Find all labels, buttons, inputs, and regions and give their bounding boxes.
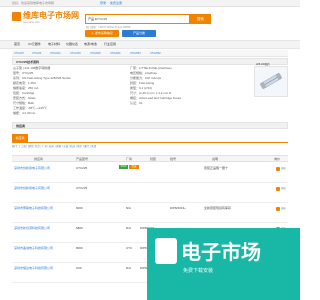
- nav-materials[interactable]: 电子材料: [48, 43, 60, 46]
- related-models: UTC22H UTC223 UTC2412 UTC2415 UTC2025 UT…: [12, 50, 288, 57]
- inquiry-icon[interactable]: [276, 187, 280, 191]
- top-bar: 您好，欢迎来到维库电子市场网 登录 免费注册: [0, 0, 300, 7]
- table-header: 供应商 产品型号 厂商 封装 批号 说明 询价: [12, 155, 288, 162]
- app-icon: [155, 238, 177, 264]
- info-right: 认证：UL: [130, 101, 143, 105]
- fuse-image: [255, 67, 287, 96]
- logo[interactable]: 维库电子市场网: [23, 11, 79, 20]
- package: DIP8: [140, 246, 147, 250]
- tech-info-title: UTC225技术资料: [16, 60, 40, 64]
- related-item[interactable]: UTC2053: [130, 52, 141, 55]
- nav-power[interactable]: 电源/电池: [84, 43, 97, 46]
- sow-badge: SOW: [119, 165, 128, 169]
- info-left: 型号：UTC225: [13, 71, 34, 75]
- tabs: 供应商: [12, 134, 288, 143]
- related-item[interactable]: UTC2415: [70, 52, 81, 55]
- supplier-name[interactable]: 深圳市恒达电子科技有限公司: [14, 267, 53, 270]
- search-button[interactable]: 搜索: [190, 14, 211, 24]
- login-link[interactable]: 登录: [100, 1, 106, 5]
- info-left: 工作温度：-55℃~+125℃: [13, 106, 47, 110]
- manufacturer: N/A: [126, 266, 132, 270]
- register-link[interactable]: 免费注册: [110, 1, 122, 5]
- nav-ic[interactable]: IC/元器件: [28, 43, 41, 46]
- info-right: 分断能力：100 mAmps: [130, 76, 162, 80]
- col-note: 说明: [212, 157, 219, 161]
- product-image[interactable]: [254, 66, 288, 97]
- inquiry-link[interactable]: 询价: [281, 207, 286, 210]
- table-row: 深圳市尊联电子科技有限公司 6000 N/A DIP8/2013+ 全新原装现货…: [12, 203, 288, 223]
- info-left: 熔断速度：250 mA: [13, 86, 39, 90]
- related-item[interactable]: UTC22H: [14, 52, 24, 55]
- supplier-name[interactable]: 深圳市创新易电子有限公司: [14, 167, 50, 170]
- manufacturer: UTC: [126, 246, 133, 250]
- info-right: 厂家：LITTELFUSE (Littelfuse): [130, 66, 172, 70]
- related-item[interactable]: UTC2031: [110, 52, 121, 55]
- model: UTC225: [76, 186, 88, 190]
- tech-info-header: UTC225技术资料: [12, 58, 288, 65]
- related-item[interactable]: UTC2412: [50, 52, 61, 55]
- table-row: 深圳市创新易电子有限公司 UTC225 SOW 优选 原装正品假一赔十 询价: [12, 163, 288, 183]
- info-right: 尺寸：(2.40 mm) L x 4.2 mm D: [130, 91, 172, 95]
- nav-instruments[interactable]: 仪器仪表: [66, 43, 78, 46]
- model: UTC225: [76, 166, 88, 170]
- main-nav: 首页 IC/元器件 电子材料 仪器仪表 电源/电池 行业应用: [0, 40, 300, 49]
- info-left: 山子型 | 231 105数字转换器: [13, 66, 51, 70]
- category-button[interactable]: 产品分类: [122, 30, 156, 37]
- info-right: 电压规格：Littelfuse: [130, 71, 158, 75]
- download-title[interactable]: 电子市场: [181, 241, 261, 265]
- inquiry-link[interactable]: 询价: [281, 167, 286, 170]
- model: U00: [76, 266, 82, 270]
- model: 6000: [76, 206, 83, 210]
- model: 8000: [76, 246, 83, 250]
- batch: DIP8/2013+: [170, 206, 186, 210]
- related-item[interactable]: UTC223: [32, 52, 41, 55]
- manufacturer: N/A: [126, 226, 132, 230]
- col-mfr: 厂商: [126, 157, 133, 161]
- col-model: 产品型号: [76, 157, 89, 161]
- inquiry-link[interactable]: 询价: [281, 187, 286, 190]
- info-left: 尺寸规格：Bulk: [13, 101, 34, 105]
- tab-suppliers[interactable]: 供应商: [12, 134, 28, 142]
- publish-button[interactable]: ＋ 发布采购信息: [85, 30, 119, 37]
- col-supplier: 供应商: [34, 157, 44, 161]
- info-left: 安装方式：Glass: [13, 96, 36, 100]
- related-item[interactable]: UTC2052: [150, 52, 161, 55]
- logo-icon[interactable]: [12, 12, 21, 21]
- inquiry-icon[interactable]: [276, 207, 280, 211]
- table-row: 深圳市创新易电子有限公司 UTC225 询价: [12, 183, 288, 203]
- info-right: 端接：Axial Lead and Cartridge Fuses: [130, 96, 182, 100]
- note: 原装正品假一赔十: [204, 166, 229, 170]
- info-right: 封装：Fast-Acting: [130, 81, 155, 85]
- supplier-name[interactable]: 深圳市创新易电子有限公司: [14, 187, 50, 190]
- note: 全新原装现货有库存: [204, 206, 232, 210]
- download-sub: 免费下载安装: [183, 268, 214, 274]
- related-item[interactable]: UTC2025: [90, 52, 101, 55]
- col-inquiry: 询价: [274, 157, 281, 161]
- manufacturer: N/A: [126, 206, 132, 210]
- info-left: 系列：Ahi Fast-Acting Type 225/226 Series: [13, 76, 71, 80]
- supplier-name[interactable]: 深圳市尊联电子科技有限公司: [14, 207, 53, 210]
- nav-industry[interactable]: 行业应用: [104, 43, 116, 46]
- info-right: 类型：0.1 (2.54): [130, 86, 152, 90]
- supplier-section-header: 供应商: [12, 122, 288, 129]
- supplier-name[interactable]: 深圳市晶诚电子科技有限公司: [14, 247, 53, 250]
- nav-home[interactable]: 首页: [14, 43, 20, 46]
- col-package: 封装: [150, 157, 157, 161]
- info-left: 额定电流：1.25A: [13, 81, 36, 85]
- region-filters[interactable]: 热门：| 上海 | 深圳 | 北京 | 广州 | 苏州 | 无锡 | 宁波 | …: [12, 145, 288, 153]
- model: 6809: [76, 226, 83, 230]
- col-batch: 批号: [170, 157, 177, 161]
- info-left: 熔断：4.2 Ohms: [13, 111, 36, 115]
- logo-sub: www.dzsc.com: [23, 21, 40, 24]
- inquiry-icon[interactable]: [276, 167, 280, 171]
- preferred-badge: 优选: [129, 165, 139, 169]
- search-box[interactable]: 产品 ▾ UTC225: [85, 14, 190, 24]
- hot-search[interactable]: 热门搜索：LM317 AD620 TL431 NE555: [86, 26, 130, 29]
- info-left: 包装：Cartridge: [13, 91, 35, 95]
- welcome-text: 您好，欢迎来到维库电子市场网: [12, 0, 55, 5]
- search-input[interactable]: UTC225: [96, 18, 107, 21]
- supplier-name[interactable]: 深圳市新创源科技有限公司: [14, 227, 50, 230]
- supplier-section-title: 供应商: [16, 124, 26, 128]
